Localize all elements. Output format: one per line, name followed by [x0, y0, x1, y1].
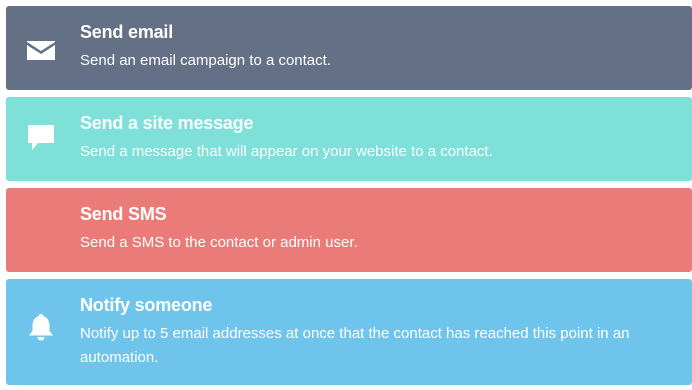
send-email-action[interactable]: Send email Send an email campaign to a c… [6, 6, 692, 90]
send-site-message-title: Send a site message [80, 113, 254, 133]
envelope-icon [25, 34, 57, 66]
send-sms-text: Send SMS Send a SMS to the contact or ad… [80, 202, 672, 255]
send-sms-title: Send SMS [80, 204, 167, 224]
send-sms-action[interactable]: Send SMS Send a SMS to the contact or ad… [6, 188, 692, 272]
send-sms-description: Send a SMS to the contact or admin user. [80, 234, 358, 251]
send-site-message-action[interactable]: Send a site message Send a message that … [6, 97, 692, 181]
send-email-title: Send email [80, 22, 174, 42]
send-site-message-description: Send a message that will appear on your … [80, 143, 493, 160]
send-site-message-text: Send a site message Send a message that … [80, 111, 672, 164]
notify-someone-text: Notify someone Notify up to 5 email addr… [80, 293, 672, 370]
speech-bubble-icon [25, 121, 57, 153]
action-list: Send email Send an email campaign to a c… [6, 6, 692, 385]
send-email-description: Send an email campaign to a contact. [80, 52, 331, 69]
notify-someone-description: Notify up to 5 email addresses at once t… [80, 325, 630, 366]
send-email-text: Send email Send an email campaign to a c… [80, 20, 672, 73]
notify-someone-title: Notify someone [80, 295, 213, 315]
notify-someone-action[interactable]: Notify someone Notify up to 5 email addr… [6, 279, 692, 385]
bell-icon [25, 311, 57, 343]
